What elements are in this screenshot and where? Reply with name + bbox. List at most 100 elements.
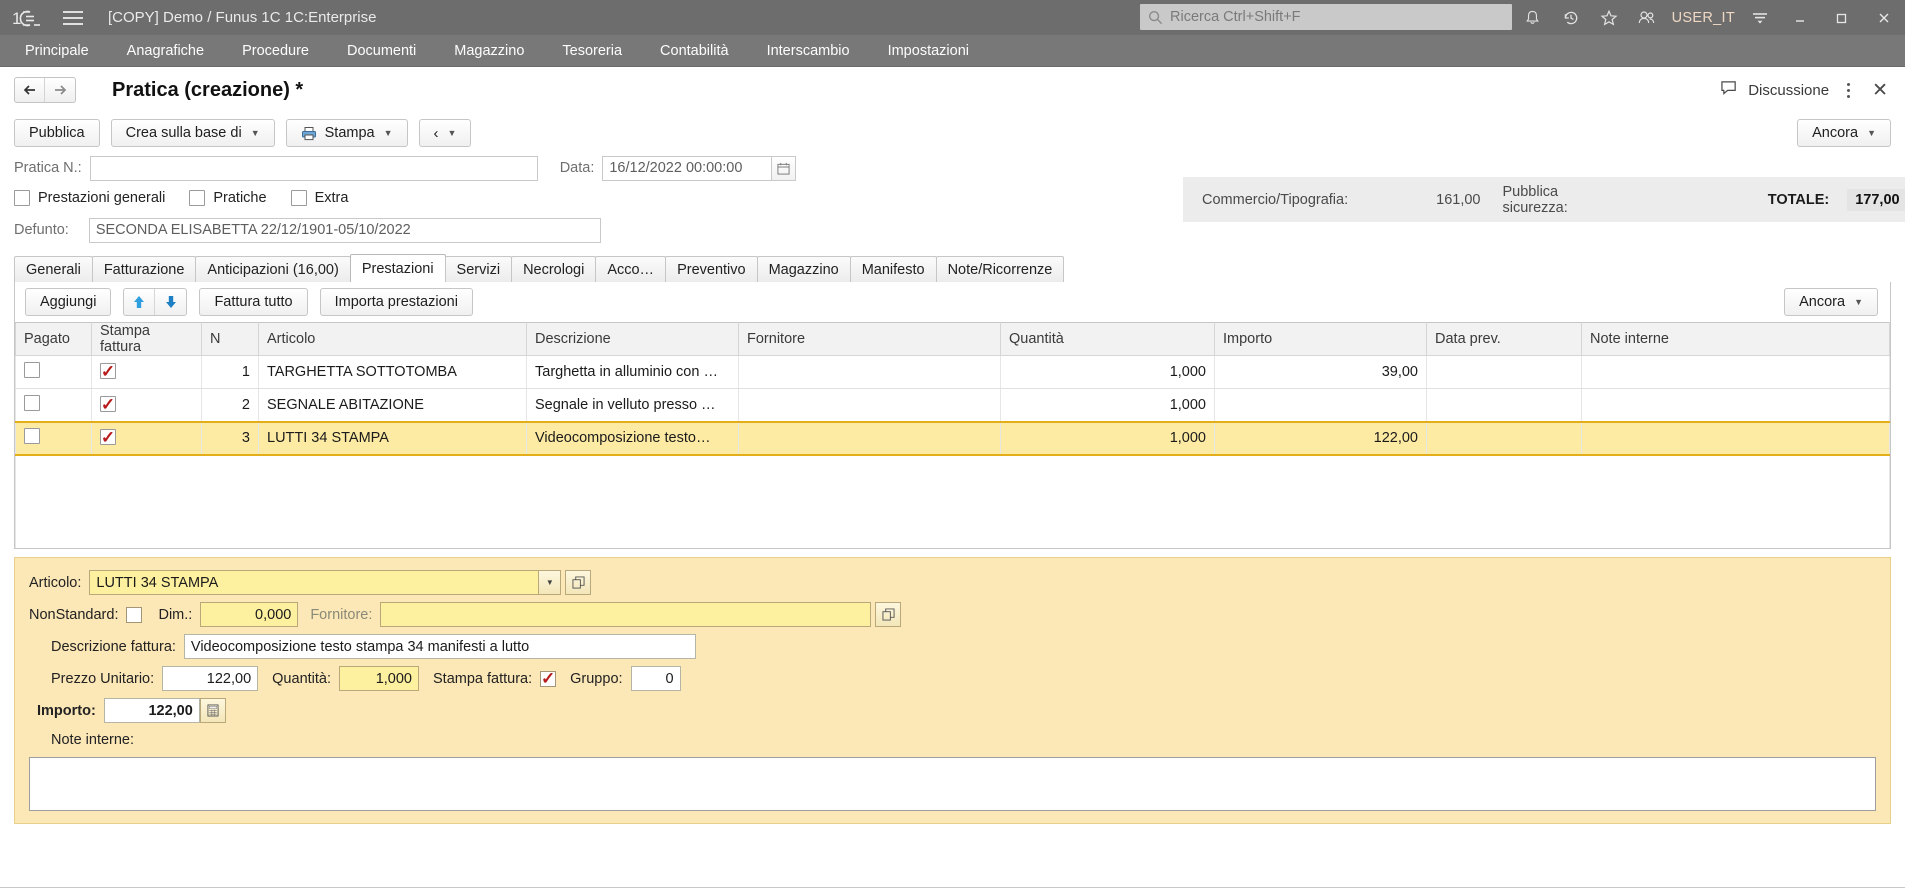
articolo-dropdown-icon[interactable]: ▼ (539, 570, 562, 595)
col-descrizione[interactable]: Descrizione (526, 322, 739, 356)
col-pagato[interactable]: Pagato (15, 322, 92, 356)
users-icon[interactable] (1628, 0, 1666, 35)
print-button[interactable]: Stampa ▼ (285, 119, 408, 147)
articolo-open-icon[interactable] (565, 570, 592, 595)
cell-stampa-fattura[interactable]: ✓ (91, 388, 202, 422)
cell-stampa-fattura[interactable]: ✓ (91, 355, 202, 389)
history-icon[interactable] (1552, 0, 1590, 35)
minimize-button[interactable] (1779, 0, 1821, 35)
tab-manifesto[interactable]: Manifesto (849, 256, 937, 282)
col-n[interactable]: N (201, 322, 259, 356)
note-interne-textarea[interactable] (29, 756, 1876, 811)
defunto-input[interactable]: SECONDA ELISABETTA 22/12/1901-05/10/2022 (88, 217, 601, 243)
main-menu-toggle-icon[interactable] (56, 10, 90, 25)
search-input[interactable]: Ricerca Ctrl+Shift+F (1140, 4, 1512, 30)
menu-item-principale[interactable]: Principale (6, 35, 108, 67)
add-button[interactable]: Aggiungi (25, 288, 112, 316)
tab-preventivo[interactable]: Preventivo (665, 256, 758, 282)
panel-more-button[interactable]: Ancora ▼ (1784, 288, 1878, 316)
col-data-prev[interactable]: Data prev. (1426, 322, 1582, 356)
tab-note-ricorrenze[interactable]: Note/Ricorrenze (935, 256, 1065, 282)
tab-necrologi[interactable]: Necrologi (511, 256, 597, 282)
checkbox-extra[interactable] (290, 190, 307, 206)
publish-button[interactable]: Pubblica (14, 119, 100, 147)
importo-input[interactable]: 122,00 (103, 698, 200, 723)
table-row[interactable]: ✓ 1 TARGHETTA SOTTOTOMBA Targhetta in al… (15, 355, 1890, 389)
table-row[interactable]: ✓ 2 SEGNALE ABITAZIONE Segnale in vellut… (15, 388, 1890, 422)
cell-pagato[interactable] (15, 355, 92, 389)
row-checkbox-pagato[interactable] (24, 362, 40, 378)
row-checkbox-pagato[interactable] (24, 394, 40, 411)
cell-stampa-fattura[interactable]: ✓ (91, 420, 202, 456)
close-button[interactable] (1863, 0, 1905, 35)
checkbox-pratiche[interactable] (189, 190, 206, 206)
tab-accordi[interactable]: Acco… (595, 256, 667, 282)
data-input[interactable]: 16/12/2022 00:00:00 (602, 155, 773, 181)
col-articolo[interactable]: Articolo (258, 322, 527, 356)
tab-fatturazione[interactable]: Fatturazione (91, 256, 197, 282)
stampa-fattura-label: Stampa fattura: (433, 670, 533, 687)
col-stampa-fattura[interactable]: Stampa fattura (91, 322, 202, 356)
row-checkbox-pagato[interactable] (24, 428, 40, 444)
col-quantita[interactable]: Quantità (1000, 322, 1215, 356)
more-options-icon[interactable] (1839, 82, 1857, 98)
menu-item-documenti[interactable]: Documenti (328, 35, 435, 67)
cell-n: 3 (201, 420, 259, 456)
prezzo-unitario-input[interactable]: 122,00 (162, 666, 259, 691)
invoice-all-button[interactable]: Fattura tutto (199, 288, 308, 316)
col-fornitore[interactable]: Fornitore (738, 322, 1001, 356)
menu-item-interscambio[interactable]: Interscambio (748, 35, 869, 67)
totals-strip: Commercio/Tipografia: 161,00 Pubblica si… (1183, 177, 1905, 222)
row-checkbox-stampa-fattura[interactable]: ✓ (100, 429, 116, 446)
tab-servizi[interactable]: Servizi (444, 256, 513, 282)
menu-item-procedure[interactable]: Procedure (223, 35, 328, 67)
tab-generali[interactable]: Generali (14, 256, 93, 282)
more-commands-button[interactable]: Ancora ▼ (1797, 119, 1891, 147)
menu-lines-icon[interactable] (1741, 0, 1779, 35)
menu-item-tesoreria[interactable]: Tesoreria (543, 35, 641, 67)
import-prestazioni-button[interactable]: Importa prestazioni (319, 288, 473, 316)
menu-item-anagrafiche[interactable]: Anagrafiche (108, 35, 223, 67)
tab-anticipazioni[interactable]: Anticipazioni (16,00) (195, 256, 351, 282)
arrow-down-icon[interactable] (155, 289, 186, 315)
arrow-left-icon[interactable] (15, 78, 45, 102)
1c-logo-icon[interactable]: 1 (6, 8, 52, 28)
create-based-on-button[interactable]: Crea sulla base di ▼ (110, 119, 275, 147)
star-icon[interactable] (1590, 0, 1628, 35)
arrow-up-icon[interactable] (124, 289, 156, 315)
bell-icon[interactable] (1514, 0, 1552, 35)
menu-item-impostazioni[interactable]: Impostazioni (869, 35, 988, 67)
cell-pagato[interactable] (15, 388, 92, 422)
navigation-dropdown-button[interactable]: ‹ ▼ (418, 119, 472, 147)
fornitore-open-icon[interactable] (875, 602, 902, 627)
row-checkbox-stampa-fattura[interactable]: ✓ (100, 396, 116, 413)
calendar-icon[interactable] (772, 155, 797, 181)
dim-input[interactable]: 0,000 (200, 602, 299, 627)
arrow-right-icon[interactable] (45, 78, 75, 102)
col-note-interne[interactable]: Note interne (1581, 322, 1890, 356)
menu-item-magazzino[interactable]: Magazzino (435, 35, 543, 67)
tab-magazzino[interactable]: Magazzino (756, 256, 851, 282)
checkbox-nonstandard[interactable] (126, 606, 143, 623)
checkbox-prestazioni-generali[interactable] (14, 190, 30, 206)
current-user-label[interactable]: USER_IT (1666, 10, 1741, 26)
menu-item-contabilita[interactable]: Contabilità (641, 35, 748, 67)
tab-label: Anticipazioni (16,00) (207, 261, 339, 278)
cell-pagato[interactable] (15, 420, 92, 456)
articolo-input[interactable]: LUTTI 34 STAMPA (89, 570, 540, 595)
table-row-selected[interactable]: ✓ 3 LUTTI 34 STAMPA Videocomposizione te… (15, 420, 1890, 456)
col-importo[interactable]: Importo (1214, 322, 1427, 356)
checkbox-stampa-fattura[interactable]: ✓ (540, 670, 557, 687)
descrizione-fattura-input[interactable]: Videocomposizione testo stampa 34 manife… (183, 634, 696, 659)
row-checkbox-stampa-fattura[interactable]: ✓ (100, 363, 116, 380)
restore-button[interactable] (1821, 0, 1863, 35)
gruppo-input[interactable]: 0 (630, 666, 681, 691)
discussion-button[interactable]: Discussione (1720, 80, 1829, 101)
pratica-number-input[interactable] (89, 155, 538, 181)
calculator-icon[interactable] (199, 698, 226, 723)
tab-label: Prestazioni (361, 260, 434, 277)
close-form-icon[interactable]: ✕ (1867, 79, 1893, 102)
fornitore-input[interactable] (380, 602, 872, 627)
tab-prestazioni[interactable]: Prestazioni (349, 254, 446, 282)
quantita-input[interactable]: 1,000 (339, 666, 419, 691)
